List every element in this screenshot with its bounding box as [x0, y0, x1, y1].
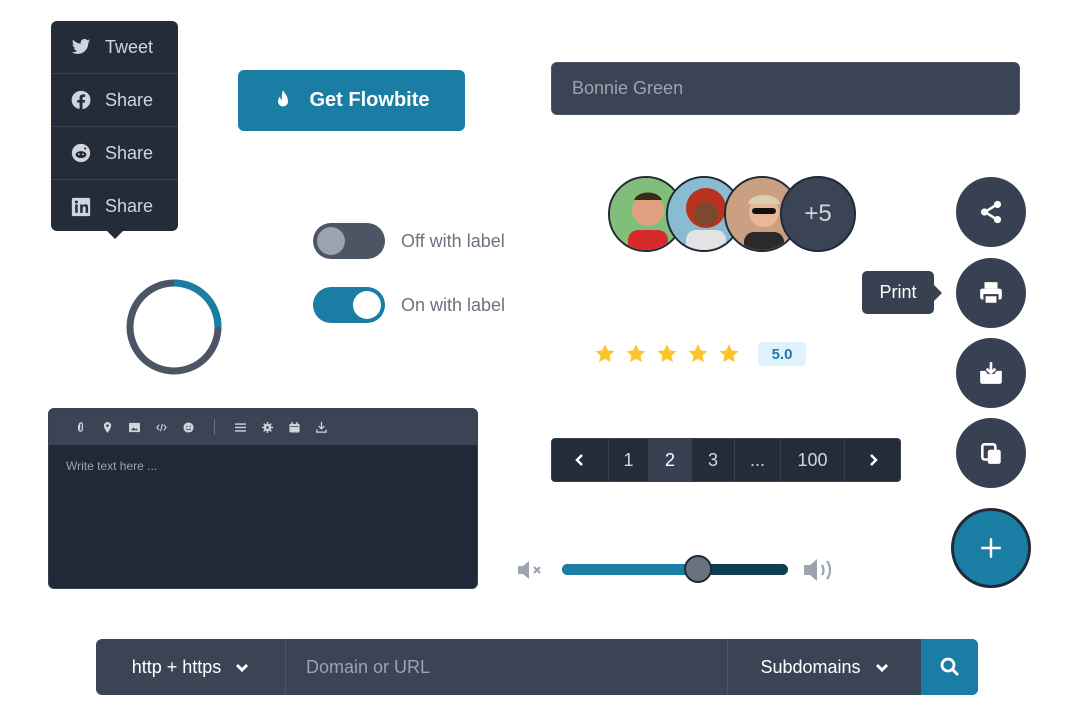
share-item-twitter[interactable]: Tweet: [51, 21, 178, 74]
share-item-label: Tweet: [105, 36, 154, 57]
share-menu-caret: [106, 230, 124, 239]
star-icon: [719, 344, 739, 363]
pagination-page[interactable]: 3: [692, 439, 735, 481]
list-icon[interactable]: [227, 420, 254, 434]
share-item-label: Share: [105, 196, 154, 216]
twitter-icon: [71, 39, 91, 54]
subdomains-select[interactable]: Subdomains: [727, 639, 921, 695]
rating-badge-value: 5.0: [771, 345, 793, 363]
toggle-on[interactable]: [313, 287, 385, 323]
pagination-page[interactable]: 100: [781, 439, 845, 481]
chevron-right-icon: [869, 454, 878, 466]
star-icon: [657, 344, 677, 363]
progress-ring: [126, 279, 222, 375]
page-label: 1: [623, 449, 634, 470]
plus-icon: [981, 538, 1001, 558]
print-button[interactable]: [956, 258, 1026, 328]
pagination-prev-button[interactable]: [552, 439, 609, 481]
image-icon[interactable]: [121, 420, 148, 434]
fire-icon: [277, 89, 288, 106]
text-editor: Write text here ...: [48, 408, 478, 589]
code-icon[interactable]: [148, 420, 175, 434]
map-pin-icon[interactable]: [94, 420, 121, 434]
toggle-knob: [317, 227, 345, 255]
share-item-facebook[interactable]: Share: [51, 74, 178, 127]
print-tooltip: Print: [862, 271, 934, 314]
toggle-off-label: Off with label: [401, 231, 505, 251]
get-flowbite-button[interactable]: Get Flowbite: [238, 70, 465, 131]
page-label: 3: [707, 449, 718, 470]
search-icon: [940, 657, 959, 676]
name-input-value: Bonnie Green: [572, 78, 684, 98]
share-item-reddit[interactable]: Share: [51, 127, 178, 180]
page-label: ...: [749, 449, 765, 470]
print-tooltip-label: Print: [879, 282, 917, 302]
toggle-knob: [353, 291, 381, 319]
rating-badge: 5.0: [758, 342, 806, 366]
download-icon: [980, 362, 1002, 384]
editor-textarea[interactable]: Write text here ...: [49, 445, 477, 487]
pagination-next-button[interactable]: [845, 439, 900, 481]
toolbar-divider: [214, 419, 215, 435]
share-menu: Tweet Share Share Share: [51, 21, 178, 231]
printer-icon: [980, 282, 1002, 305]
linkedin-icon: [71, 197, 91, 216]
pagination-page[interactable]: 1: [609, 439, 649, 481]
share-item-label: Share: [105, 142, 154, 163]
chevron-down-icon: [875, 663, 888, 673]
share-item-label: Share: [105, 89, 154, 110]
pagination-page-active[interactable]: 2: [649, 439, 692, 481]
protocol-select-value: http + https: [131, 656, 222, 677]
get-flowbite-label: Get Flowbite: [309, 89, 430, 111]
name-input[interactable]: Bonnie Green: [551, 62, 1020, 115]
subdomains-select-value: Subdomains: [760, 656, 861, 677]
avatar-more[interactable]: +5: [780, 176, 856, 252]
volume-up-icon[interactable]: [803, 556, 835, 584]
pagination: 1 2 3 ... 100: [551, 438, 901, 482]
share-item-linkedin[interactable]: Share: [51, 180, 178, 233]
editor-placeholder: Write text here ...: [66, 459, 158, 473]
copy-button[interactable]: [956, 418, 1026, 488]
editor-toolbar: [49, 409, 477, 445]
avatar-more-label: +5: [804, 200, 832, 227]
domain-search-bar: http + https Domain or URL Subdomains: [96, 639, 978, 695]
download-button[interactable]: [956, 338, 1026, 408]
settings-icon[interactable]: [254, 420, 281, 434]
chevron-left-icon: [575, 454, 583, 466]
calendar-icon[interactable]: [281, 420, 308, 434]
facebook-icon: [71, 90, 91, 110]
pagination-ellipsis: ...: [735, 439, 781, 481]
volume-slider-thumb[interactable]: [683, 555, 712, 583]
page-label: 100: [797, 449, 828, 470]
chevron-down-icon: [236, 663, 249, 673]
domain-search-input[interactable]: Domain or URL: [286, 639, 727, 695]
star-icon: [595, 344, 615, 363]
copy-icon: [981, 443, 1001, 464]
volume-slider-fill: [562, 564, 698, 575]
volume-mute-icon[interactable]: [517, 558, 547, 582]
volume-slider-track[interactable]: [562, 564, 788, 575]
share-icon: [980, 200, 1002, 224]
reddit-icon: [71, 143, 91, 163]
star-icon: [626, 344, 646, 363]
download-icon[interactable]: [308, 420, 335, 434]
toggle-on-label: On with label: [401, 295, 506, 315]
star-rating: [594, 343, 740, 365]
share-button[interactable]: [956, 177, 1026, 247]
page-label: 2: [664, 449, 675, 470]
attach-icon[interactable]: [67, 420, 94, 434]
tooltip-arrow: [934, 285, 942, 301]
protocol-select[interactable]: http + https: [96, 639, 286, 695]
domain-search-placeholder: Domain or URL: [306, 656, 431, 677]
star-icon: [688, 344, 708, 363]
toggle-off[interactable]: [313, 223, 385, 259]
search-button[interactable]: [921, 639, 978, 695]
speed-dial-toggle-button[interactable]: [951, 508, 1031, 588]
emoji-icon[interactable]: [175, 420, 202, 434]
